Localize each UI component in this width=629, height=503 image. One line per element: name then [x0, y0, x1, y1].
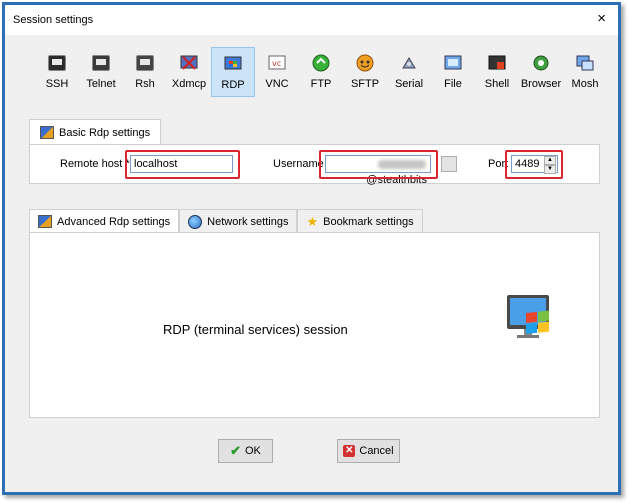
tab-basic-rdp-settings[interactable]: Basic Rdp settings [29, 119, 162, 145]
rdp-icon [223, 54, 243, 74]
vnc-icon: vc [267, 53, 287, 73]
checkmark-icon: ✔ [230, 443, 241, 458]
session-type-label: FTP [310, 78, 332, 90]
session-type-browser[interactable]: Browser [519, 47, 563, 97]
cancel-x-icon: ✕ [343, 445, 356, 457]
session-type-telnet[interactable]: Telnet [79, 47, 123, 97]
session-type-shell[interactable]: Shell [475, 47, 519, 97]
session-type-label: SFTP [350, 78, 380, 90]
session-type-serial[interactable]: Serial [387, 47, 431, 97]
cancel-label: Cancel [359, 445, 394, 457]
tab-bookmark-settings[interactable]: ★ Bookmark settings [297, 209, 423, 233]
remote-host-highlight [125, 150, 240, 179]
username-label: Username [273, 158, 324, 170]
session-type-ftp[interactable]: FTP [299, 47, 343, 97]
close-icon[interactable]: × [597, 11, 606, 27]
session-type-label: RDP [221, 79, 245, 91]
session-type-file[interactable]: File [431, 47, 475, 97]
session-type-label: VNC [265, 78, 289, 90]
port-highlight [505, 150, 563, 179]
session-description-panel: RDP (terminal services) session [29, 232, 600, 418]
file-icon [443, 53, 463, 73]
user-picker-button[interactable] [441, 156, 457, 172]
session-type-rdp[interactable]: RDP [211, 47, 255, 97]
browser-icon [531, 53, 551, 73]
rsh-icon [135, 53, 155, 73]
svg-text:vc: vc [272, 59, 281, 68]
session-description: RDP (terminal services) session [163, 322, 348, 337]
basic-settings-panel: Remote host * localhost Username @stealt… [29, 144, 600, 186]
tab-label: Advanced Rdp settings [57, 215, 171, 228]
tab-network-settings[interactable]: Network settings [179, 209, 298, 233]
session-type-label: Browser [520, 78, 562, 90]
ftp-icon [311, 53, 331, 73]
session-type-label: Rsh [135, 78, 155, 90]
session-type-label: Serial [394, 78, 424, 90]
serial-icon [399, 53, 419, 73]
session-type-label: SSH [45, 78, 69, 90]
mosh-icon [575, 53, 595, 73]
session-type-sftp[interactable]: SFTP [343, 47, 387, 97]
session-type-label: Shell [484, 78, 510, 90]
session-settings-window: Session settings × SSH Telnet Rsh Xdmcp … [2, 2, 621, 495]
session-type-mosh[interactable]: Mosh [563, 47, 607, 97]
tab-label: Network settings [207, 215, 289, 228]
shell-icon [487, 53, 507, 73]
session-type-label: Telnet [86, 78, 116, 90]
title-bar: Session settings × [5, 5, 618, 35]
session-type-bar: SSH Telnet Rsh Xdmcp RDP vc VNC FTP SFTP… [35, 47, 607, 97]
tab-advanced-rdp-settings[interactable]: Advanced Rdp settings [29, 209, 180, 233]
session-type-label: Mosh [571, 78, 599, 90]
tab-label: Basic Rdp settings [59, 126, 151, 139]
session-type-label: File [444, 78, 462, 90]
star-icon: ★ [306, 213, 319, 229]
session-type-vnc[interactable]: vc VNC [255, 47, 299, 97]
tab-label: Bookmark settings [323, 215, 414, 228]
settings-tabs: Advanced Rdp settings Network settings ★… [29, 209, 423, 233]
xdmcp-icon [179, 53, 199, 73]
remote-host-label: Remote host * [60, 158, 130, 170]
rdp-icon [40, 126, 54, 139]
ok-button[interactable]: ✔ OK [218, 439, 273, 463]
session-type-rsh[interactable]: Rsh [123, 47, 167, 97]
telnet-icon [91, 53, 111, 73]
session-type-label: Xdmcp [171, 78, 207, 90]
session-type-ssh[interactable]: SSH [35, 47, 79, 97]
ok-label: OK [245, 445, 261, 457]
windows-monitor-icon [504, 293, 554, 345]
username-highlight [319, 150, 438, 179]
cancel-button[interactable]: ✕ Cancel [337, 439, 400, 463]
window-title: Session settings [13, 14, 94, 26]
ssh-terminal-icon [47, 53, 67, 73]
session-type-xdmcp[interactable]: Xdmcp [167, 47, 211, 97]
rdp-icon [38, 215, 52, 228]
globe-icon [188, 214, 203, 229]
sftp-icon [355, 53, 375, 73]
